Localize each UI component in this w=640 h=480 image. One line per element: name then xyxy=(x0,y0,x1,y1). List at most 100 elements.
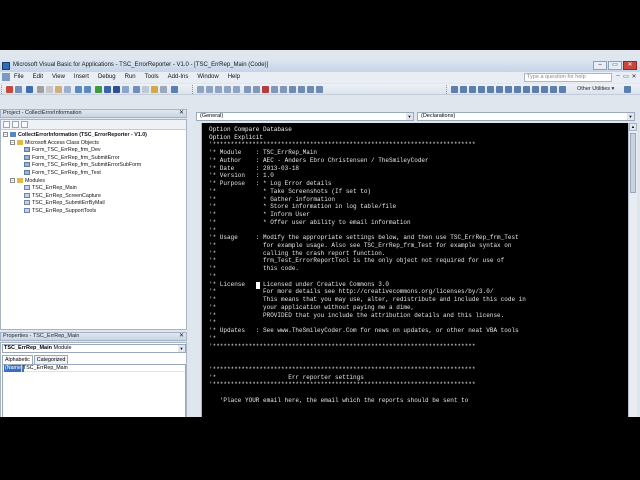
menu-insert[interactable]: Insert xyxy=(74,74,89,80)
close-icon[interactable]: ✕ xyxy=(623,61,637,70)
uncomment-block-icon[interactable] xyxy=(280,86,287,93)
code-line[interactable]: '* PROVIDED that you include the attribu… xyxy=(209,312,526,320)
code-line[interactable]: '* calling the crash report function. xyxy=(209,250,526,258)
chevron-down-icon[interactable]: ▼ xyxy=(627,113,634,120)
code-line[interactable]: '* xyxy=(209,227,526,235)
menu-debug[interactable]: Debug xyxy=(98,74,116,80)
menu-tools[interactable]: Tools xyxy=(145,74,159,80)
code-line[interactable]: '* Usage : Modify the appropriate settin… xyxy=(209,234,526,242)
menu-run[interactable]: Run xyxy=(125,74,136,80)
code-line[interactable] xyxy=(209,358,526,366)
property-value[interactable]: TSC_ErrRep_Main xyxy=(23,365,68,372)
code-line[interactable]: '* Purpose : * Log Error details xyxy=(209,180,526,188)
object-dropdown[interactable]: (General) ▼ xyxy=(196,112,414,121)
code-line[interactable]: Option Compare Database xyxy=(209,126,526,134)
complete-word-icon[interactable] xyxy=(233,86,240,93)
code-line[interactable] xyxy=(209,389,526,397)
view-object-icon[interactable] xyxy=(12,121,19,128)
list-constants-icon[interactable] xyxy=(206,86,213,93)
paste-icon[interactable] xyxy=(55,86,62,93)
menu-help[interactable]: Help xyxy=(228,74,240,80)
help-search-input[interactable]: Type a question for help xyxy=(524,73,612,82)
collapse-icon[interactable]: − xyxy=(10,177,15,183)
find-icon[interactable] xyxy=(64,86,71,93)
code-line[interactable] xyxy=(209,350,526,358)
chevron-down-icon[interactable]: ▼ xyxy=(178,345,185,352)
cut-icon[interactable] xyxy=(37,86,44,93)
view-code-icon[interactable] xyxy=(3,121,10,128)
tab-alphabetic[interactable]: Alphabetic xyxy=(2,355,33,364)
menu-file[interactable]: File xyxy=(14,74,24,80)
outdent-icon[interactable] xyxy=(253,86,260,93)
design-mode-icon[interactable] xyxy=(122,86,129,93)
tree-node-form[interactable]: Form_TSC_ErrRep_frm_SubmitErrorSubForm xyxy=(1,162,186,170)
tree-node-form[interactable]: Form_TSC_ErrRep_frm_SubmitError xyxy=(1,155,186,163)
code-line[interactable]: '* Date : 2013-03-18 xyxy=(209,165,526,173)
doc-close-icon[interactable]: ✕ xyxy=(631,73,637,80)
doc-minimize-icon[interactable]: – xyxy=(615,73,621,80)
properties-close-icon[interactable]: ✕ xyxy=(179,333,184,340)
parameter-info-icon[interactable] xyxy=(224,86,231,93)
undo-icon[interactable] xyxy=(75,86,82,93)
project-explorer-icon[interactable] xyxy=(133,86,140,93)
code-line[interactable]: '* xyxy=(209,273,526,281)
view-access-icon[interactable] xyxy=(6,86,13,93)
menu-view[interactable]: View xyxy=(52,74,65,80)
code-line[interactable]: '* * Take Screenshots (If set to) xyxy=(209,188,526,196)
mz-tools-icon-2[interactable] xyxy=(460,86,467,93)
comment-block-icon[interactable] xyxy=(271,86,278,93)
run-icon[interactable] xyxy=(95,86,102,93)
reset-icon[interactable] xyxy=(113,86,120,93)
tree-node-module[interactable]: TSC_ErrRep_SubmitErrByMail xyxy=(1,200,186,208)
collapse-icon[interactable]: − xyxy=(10,139,15,145)
code-line[interactable]: '* xyxy=(209,335,526,343)
mz-tools-icon-9[interactable] xyxy=(523,86,530,93)
project-close-icon[interactable]: ✕ xyxy=(179,110,184,117)
code-line[interactable]: '* * Inform User xyxy=(209,211,526,219)
mz-tools-icon-8[interactable] xyxy=(514,86,521,93)
list-properties-icon[interactable] xyxy=(197,86,204,93)
scroll-up-icon[interactable]: ▲ xyxy=(629,123,637,131)
code-line[interactable]: '* Version : 1.0 xyxy=(209,172,526,180)
tree-node-project[interactable]: − CollectErrorInformation (TSC_ErrorRepor… xyxy=(1,132,186,140)
tree-node-module[interactable]: TSC_ErrRep_ScreenCapture xyxy=(1,193,186,201)
tab-categorized[interactable]: Categorized xyxy=(33,355,69,364)
minimize-icon[interactable]: – xyxy=(593,61,607,70)
clear-bookmarks-icon[interactable] xyxy=(316,86,323,93)
break-icon[interactable] xyxy=(104,86,111,93)
toolbar-grip-2[interactable] xyxy=(192,85,194,94)
insert-module-icon[interactable] xyxy=(15,86,22,93)
mz-tools-icon-11[interactable] xyxy=(541,86,548,93)
toggle-breakpoint-icon[interactable] xyxy=(262,86,269,93)
tree-node-modules[interactable]: − Modules xyxy=(1,178,186,186)
help-icon[interactable] xyxy=(171,86,178,93)
redo-icon[interactable] xyxy=(84,86,91,93)
toolbox-icon[interactable] xyxy=(160,86,167,93)
mz-tools-icon-5[interactable] xyxy=(487,86,494,93)
mz-tools-icon-14[interactable] xyxy=(624,86,631,93)
chevron-down-icon[interactable]: ▼ xyxy=(406,113,413,120)
code-line[interactable]: '* for example usage. Also see TSC_ErrRe… xyxy=(209,242,526,250)
code-line[interactable]: '* this code. xyxy=(209,265,526,273)
tree-node-form[interactable]: Form_TSC_ErrRep_frm_Test xyxy=(1,170,186,178)
code-window-icon[interactable] xyxy=(2,73,10,81)
mz-tools-icon-12[interactable] xyxy=(550,86,557,93)
quick-info-icon[interactable] xyxy=(215,86,222,93)
code-line[interactable]: '* your application without paying me a … xyxy=(209,304,526,312)
toggle-folders-icon[interactable] xyxy=(21,121,28,128)
mz-tools-icon-3[interactable] xyxy=(469,86,476,93)
code-line[interactable]: '* xyxy=(209,319,526,327)
toolbar-grip-3[interactable] xyxy=(446,85,448,94)
code-line[interactable]: '* Author : AEC - Anders Ebro Christense… xyxy=(209,157,526,165)
code-line[interactable]: '* Module : TSC_ErrRep_Main xyxy=(209,149,526,157)
properties-window-icon[interactable] xyxy=(142,86,149,93)
object-browser-icon[interactable] xyxy=(151,86,158,93)
code-line[interactable]: '* Err reporter settings xyxy=(209,374,526,382)
code-line[interactable]: '***************************************… xyxy=(209,141,526,149)
code-line[interactable]: '* * Store information in log table/file xyxy=(209,203,526,211)
previous-bookmark-icon[interactable] xyxy=(307,86,314,93)
indent-icon[interactable] xyxy=(244,86,251,93)
collapse-icon[interactable]: − xyxy=(3,132,8,138)
menu-edit[interactable]: Edit xyxy=(33,74,43,80)
code-line[interactable]: '***************************************… xyxy=(209,366,526,374)
